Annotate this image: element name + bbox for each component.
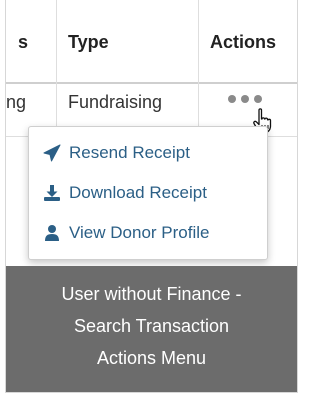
transactions-table-crop: s Type Actions ng Fundraising Resend Rec… bbox=[5, 0, 298, 393]
caption-overlay: User without Finance - Search Transactio… bbox=[6, 266, 297, 392]
cell-partial: ng bbox=[6, 92, 27, 112]
cell-type: Fundraising bbox=[68, 92, 163, 112]
column-header-partial[interactable]: s bbox=[18, 32, 28, 53]
ellipsis-icon[interactable] bbox=[228, 95, 262, 103]
actions-dropdown-menu: Resend Receipt Download Receipt View Don… bbox=[28, 126, 268, 260]
user-icon bbox=[43, 224, 61, 242]
column-header-actions: Actions bbox=[210, 32, 277, 52]
menu-item-download-receipt[interactable]: Download Receipt bbox=[29, 175, 267, 211]
menu-item-label: Download Receipt bbox=[69, 183, 207, 202]
caption-line: Search Transaction bbox=[73, 316, 230, 336]
menu-item-view-donor-profile[interactable]: View Donor Profile bbox=[29, 215, 267, 251]
menu-item-label: View Donor Profile bbox=[69, 223, 210, 242]
column-header-type[interactable]: Type bbox=[68, 32, 109, 53]
menu-item-resend-receipt[interactable]: Resend Receipt bbox=[29, 135, 267, 171]
paper-plane-icon bbox=[43, 144, 61, 162]
caption-line: Actions Menu bbox=[96, 348, 207, 368]
menu-item-label: Resend Receipt bbox=[69, 143, 190, 162]
download-icon bbox=[43, 184, 61, 202]
caption-line: User without Finance - bbox=[61, 284, 242, 304]
